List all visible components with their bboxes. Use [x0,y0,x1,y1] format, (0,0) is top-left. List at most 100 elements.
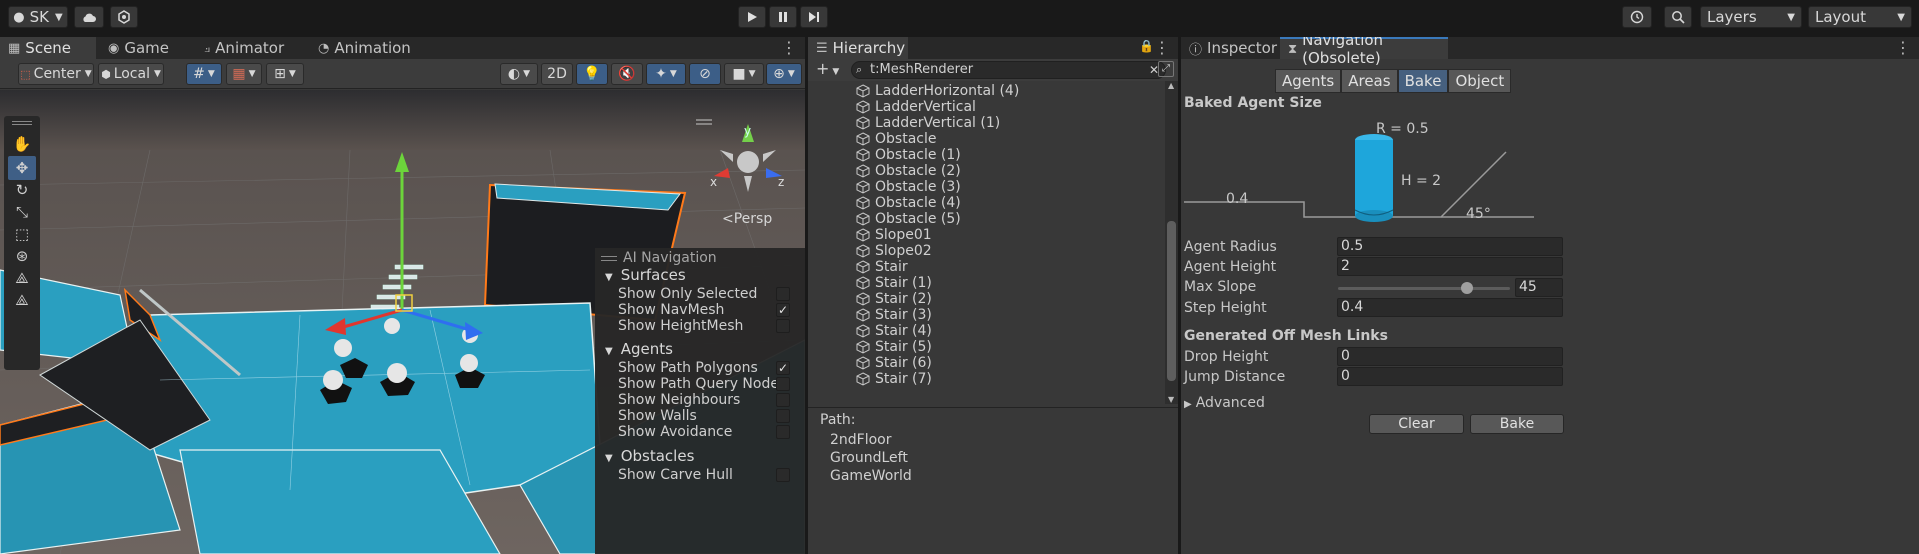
checkbox[interactable] [776,377,790,391]
services-button[interactable] [110,6,138,28]
grid-snap-button[interactable]: # ▼ [186,63,222,85]
bake-button[interactable]: Bake [1470,414,1564,434]
option-show-only-selected[interactable]: Show Only Selected [618,286,798,302]
section-obstacles[interactable]: ▼ Obstacles [605,447,694,465]
option-show-heightmesh[interactable]: Show HeightMesh [618,318,798,334]
max-slope-slider-thumb[interactable] [1461,282,1473,294]
add-object-button[interactable]: + ▼ [816,59,839,78]
tab-animation[interactable]: ◔ Animation [310,37,419,59]
advanced-foldout[interactable]: ▶ Advanced [1184,395,1265,411]
checkbox[interactable] [776,468,790,482]
scene-viewport[interactable]: y x z <Persp ✋ ✥ ↻ ⤡ ⬚ ⊛ ⟁ ⟁ AI Navigati… [0,90,805,554]
effects-icon: ✦ [655,66,667,82]
effects-toggle[interactable]: ✦ ▼ [646,63,686,85]
hidden-objects-toggle[interactable]: ⊘ [689,63,721,85]
max-slope-field[interactable]: 45 [1515,278,1563,297]
scroll-down-icon[interactable]: ▼ [1168,395,1174,404]
cube-icon [856,244,870,258]
option-show-path-query-nodes[interactable]: Show Path Query Nodes [618,376,798,392]
pivot-rotation-dropdown[interactable]: ⬢ Local ▼ [98,63,164,85]
hand-tool[interactable]: ✋ [8,132,36,156]
toggle-2d-button[interactable]: 2D [541,63,573,85]
clear-button[interactable]: Clear [1369,414,1464,434]
history-button[interactable] [1622,6,1652,28]
step-annotation: 0.4 [1226,191,1249,207]
search-button[interactable] [1664,6,1692,28]
layers-dropdown[interactable]: Layers ▼ [1700,6,1802,28]
path-item[interactable]: GameWorld [830,468,912,484]
palette-grip-icon[interactable] [12,121,32,125]
audio-toggle[interactable]: 🔇 [611,63,643,85]
tab-scene[interactable]: ▦ Scene [0,37,96,59]
checkbox[interactable] [776,319,790,333]
transform-tool[interactable]: ⊛ [8,244,36,268]
custom-tool-2[interactable]: ⟁ [8,288,36,312]
scene-visibility-icon[interactable]: ⤢ [1158,61,1174,77]
drop-height-field[interactable]: 0 [1337,347,1563,366]
nav-tab-agents[interactable]: Agents [1275,69,1342,93]
option-show-neighbours[interactable]: Show Neighbours [618,392,798,408]
scale-tool[interactable]: ⤡ [8,200,36,224]
cloud-button[interactable] [74,6,104,28]
hierarchy-search-input[interactable]: ⌕ t:MeshRenderer ✕ [851,61,1166,79]
checkbox[interactable] [776,409,790,423]
option-show-walls[interactable]: Show Walls [618,408,798,424]
option-show-path-polygons[interactable]: Show Path Polygons ✓ [618,360,798,376]
tab-navigation[interactable]: ⧗ Navigation (Obsolete) [1280,37,1448,67]
tab-animator[interactable]: ⟓ Animator [196,37,292,59]
checkbox[interactable] [776,425,790,439]
move-tool[interactable]: ✥ [8,156,36,180]
nav-tab-areas[interactable]: Areas [1341,69,1398,93]
nav-tab-bake[interactable]: Bake [1397,69,1449,93]
increment-snap-button[interactable]: ▦ ▼ [226,63,262,85]
pause-button[interactable] [769,6,797,28]
option-show-carve-hull[interactable]: Show Carve Hull [618,467,798,483]
checkbox-checked[interactable]: ✓ [776,361,790,375]
section-surfaces[interactable]: ▼ Surfaces [605,266,686,284]
list-item[interactable]: Stair (7) [856,369,932,389]
rotate-tool[interactable]: ↻ [8,178,36,202]
camera-settings-button[interactable]: ■ ▼ [724,63,764,85]
scrollbar-thumb[interactable] [1167,221,1176,381]
account-dropdown[interactable]: ● SK ▼ [8,6,68,28]
search-value: t:MeshRenderer [870,62,974,77]
kebab-menu-icon[interactable]: ⋮ [1154,38,1170,57]
path-item[interactable]: GroundLeft [830,450,908,466]
scroll-up-icon[interactable]: ▲ [1168,81,1174,90]
hand-icon: ✋ [12,135,32,153]
layout-dropdown[interactable]: Layout ▼ [1808,6,1912,28]
transform-icon: ⊛ [15,247,29,265]
tab-inspector[interactable]: ⓘ Inspector [1181,37,1277,59]
section-agents[interactable]: ▼ Agents [605,340,673,358]
overlay-grip-icon[interactable] [601,256,617,261]
checkbox[interactable] [776,287,790,301]
checkbox[interactable] [776,393,790,407]
kebab-menu-icon[interactable]: ⋮ [781,38,797,57]
jump-distance-field[interactable]: 0 [1337,367,1563,386]
lock-icon[interactable]: 🔒 [1139,39,1154,53]
checkbox-checked[interactable]: ✓ [776,303,790,317]
tab-hierarchy[interactable]: ☰ Hierarchy [808,37,908,59]
rect-tool[interactable]: ⬚ [8,222,36,246]
agent-height-label: Agent Height [1184,259,1277,275]
persp-label[interactable]: <Persp [722,211,772,227]
nav-tab-object[interactable]: Object [1448,69,1512,93]
step-button[interactable] [800,6,828,28]
agent-radius-field[interactable]: 0.5 [1337,237,1563,256]
gizmos-button[interactable]: ⊕ ▼ [766,63,802,85]
option-show-navmesh[interactable]: Show NavMesh ✓ [618,302,798,318]
pivot-mode-dropdown[interactable]: ⬚ Center ▼ [18,63,94,85]
play-button[interactable] [738,6,766,28]
max-slope-slider-track[interactable] [1338,282,1510,294]
kebab-menu-icon[interactable]: ⋮ [1895,38,1911,57]
custom-tool-1[interactable]: ⟁ [8,266,36,290]
option-show-avoidance[interactable]: Show Avoidance [618,424,798,440]
agent-height-field[interactable]: 2 [1337,257,1563,276]
grid-visibility-button[interactable]: ⊞ ▼ [266,63,304,85]
draw-mode-button[interactable]: ◐ ▼ [500,63,538,85]
step-height-field[interactable]: 0.4 [1337,298,1563,317]
lighting-toggle[interactable]: 💡 [576,63,608,85]
tab-game[interactable]: ◉ Game [100,37,177,59]
hierarchy-scrollbar[interactable]: ▲ ▼ [1165,81,1178,404]
path-item[interactable]: 2ndFloor [830,432,892,448]
